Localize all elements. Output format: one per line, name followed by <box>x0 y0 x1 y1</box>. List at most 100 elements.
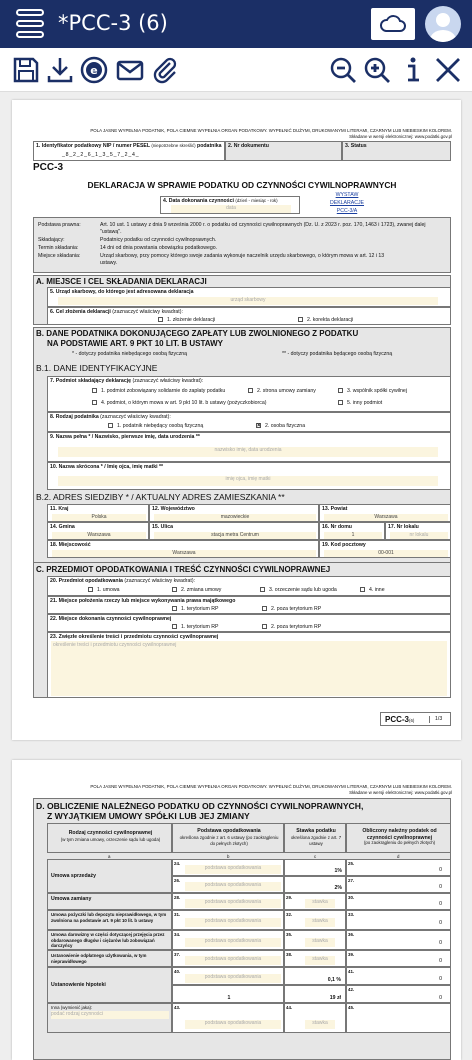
cell-24[interactable]: 24. podstawa opodatkowania <box>172 859 284 876</box>
cell-32[interactable]: 32. stawka <box>284 910 346 930</box>
subject-option-3[interactable]: 3. orzeczenie sądu lub ugoda <box>260 587 337 594</box>
taxpayer-kind-option-1[interactable]: 1. podatnik niebędący osobą fizyczną <box>108 423 203 430</box>
menu-icon[interactable] <box>14 9 46 39</box>
base-input[interactable]: podstawa opodatkowania <box>185 938 281 947</box>
checkbox[interactable] <box>248 388 253 394</box>
rate-input[interactable]: stawka <box>305 1020 335 1029</box>
close-icon[interactable] <box>433 55 463 85</box>
date-field[interactable]: 4. Data dokonania czynności (dzień - mie… <box>160 196 300 214</box>
checkbox[interactable] <box>360 587 365 593</box>
property-location-option-2[interactable]: 2. poza terytorium RP <box>262 606 321 613</box>
commune-field[interactable]: 14. Gmina Warszawa <box>47 522 149 540</box>
content-description-input[interactable]: określenie treści i przedmiotu czynności… <box>51 641 447 696</box>
checkbox[interactable] <box>108 423 113 429</box>
rate-input[interactable]: stawka <box>305 938 335 947</box>
city-input[interactable]: Warszawa <box>52 550 316 557</box>
submitter-option-2[interactable]: 2. strona umowy zamiany <box>248 388 316 395</box>
rate-input[interactable]: stawka <box>305 918 335 927</box>
zoom-in-icon[interactable] <box>362 55 392 85</box>
nip-field[interactable]: 1. Identyfikator podatkowy NIP / numer P… <box>33 141 225 161</box>
checkbox[interactable] <box>262 606 267 612</box>
cell-37[interactable]: 37. podstawa opodatkowania <box>172 950 284 967</box>
tax-office-input[interactable]: urząd skarbowy <box>58 297 438 305</box>
purpose-option-2[interactable]: 2. korekta deklaracji <box>298 317 353 324</box>
city-field[interactable]: 18. Miejscowość Warszawa <box>47 540 319 558</box>
rate-input[interactable]: stawka <box>305 956 335 965</box>
submitter-option-1[interactable]: 1. podmiot zobowiązany solidarnie do zap… <box>92 388 225 395</box>
download-icon[interactable] <box>45 55 75 85</box>
county-input[interactable]: Warszawa <box>324 514 448 521</box>
checkbox[interactable] <box>172 624 177 630</box>
save-icon[interactable] <box>11 55 41 85</box>
base-input[interactable]: podstawa opodatkowania <box>185 956 281 965</box>
subject-option-4[interactable]: 4. inne <box>360 587 385 594</box>
name-input[interactable]: nazwisko imię, data urodzenia <box>58 447 438 457</box>
cell-29[interactable]: 29. stawka <box>284 893 346 910</box>
rate-input[interactable]: stawka <box>305 899 335 908</box>
house-number-field[interactable]: 16. Nr domu 1 <box>319 522 385 540</box>
short-name-field[interactable]: 10. Nazwa skrócona * / Imię ojca, imię m… <box>47 462 451 490</box>
street-field[interactable]: 15. Ulica stacja metra Centrum <box>149 522 319 540</box>
checkbox[interactable] <box>262 624 267 630</box>
link-pcc3a[interactable]: PCC-3/A <box>330 208 364 215</box>
subject-option-1[interactable]: 1. umowa <box>88 587 120 594</box>
submitter-option-4[interactable]: 4. podmiot, o którym mowa w art. 9 pkt 1… <box>92 400 267 407</box>
property-location-option-1[interactable]: 1. terytorium RP <box>172 606 218 613</box>
cell-38[interactable]: 38. stawka <box>284 950 346 967</box>
link-wystaw[interactable]: WYSTAW <box>332 192 362 199</box>
checkbox[interactable] <box>172 587 177 593</box>
base-input[interactable]: podstawa opodatkowania <box>185 918 281 927</box>
apartment-number-field[interactable]: 17. Nr lokalu nr lokalu <box>385 522 451 540</box>
checkbox-checked[interactable]: × <box>256 423 261 429</box>
checkbox[interactable] <box>92 400 97 406</box>
postal-code-input[interactable]: 00-001 <box>324 550 448 557</box>
zoom-out-icon[interactable] <box>328 55 358 85</box>
postal-code-field[interactable]: 19. Kod pocztowy 00-001 <box>319 540 451 558</box>
county-field[interactable]: 13. Powiat Warszawa <box>319 504 451 522</box>
base-input[interactable]: podstawa opodatkowania <box>185 1020 281 1029</box>
base-input[interactable]: podstawa opodatkowania <box>185 865 281 874</box>
action-location-option-2[interactable]: 2. poza terytorium RP <box>262 624 321 631</box>
user-avatar-icon[interactable] <box>425 6 461 42</box>
commune-input[interactable]: Warszawa <box>52 532 146 539</box>
checkbox[interactable] <box>338 388 343 394</box>
checkbox[interactable] <box>88 587 93 593</box>
short-name-input[interactable]: imię ojca, imię matki <box>58 476 438 486</box>
house-number-input[interactable]: 1 <box>324 532 382 539</box>
tax-office-field[interactable]: 5. Urząd skarbowy, do którego jest adres… <box>47 287 451 307</box>
info-icon[interactable] <box>398 55 428 85</box>
street-input[interactable]: stacja metra Centrum <box>154 532 316 539</box>
checkbox[interactable] <box>172 606 177 612</box>
name-field[interactable]: 9. Nazwa pełna * / Nazwisko, pierwsze im… <box>47 432 451 462</box>
subject-option-2[interactable]: 2. zmiana umowy <box>172 587 221 594</box>
submitter-option-3[interactable]: 3. wspólnik spółki cywilnej <box>338 388 407 395</box>
cloud-save-button[interactable] <box>371 8 415 40</box>
checkbox[interactable] <box>158 317 163 323</box>
e-sign-icon[interactable]: e <box>79 55 109 85</box>
taxpayer-kind-option-2[interactable]: × 2. osoba fizyczna <box>256 423 305 430</box>
mail-icon[interactable] <box>115 55 145 85</box>
purpose-option-1[interactable]: 1. złożenie deklaracji <box>158 317 215 324</box>
checkbox[interactable] <box>92 388 97 394</box>
cell-40[interactable]: 40. podstawa opodatkowania <box>172 967 284 985</box>
base-input[interactable]: podstawa opodatkowania <box>185 899 281 908</box>
voivodeship-input[interactable]: mazowieckie <box>154 514 316 521</box>
country-input[interactable]: Polska <box>52 514 146 521</box>
action-location-option-1[interactable]: 1. terytorium RP <box>172 624 218 631</box>
submitter-option-5[interactable]: 5. inny podmiot <box>338 400 382 407</box>
cell-28[interactable]: 28. podstawa opodatkowania <box>172 893 284 910</box>
base-input[interactable]: podstawa opodatkowania <box>185 882 281 891</box>
other-type-input[interactable]: podać rodzaj czynności <box>51 1011 169 1019</box>
date-input[interactable]: data <box>171 205 291 213</box>
country-field[interactable]: 11. Kraj Polska <box>47 504 149 522</box>
cell-43[interactable]: 43. podstawa opodatkowania <box>172 1003 284 1033</box>
checkbox[interactable] <box>338 400 343 406</box>
voivodeship-field[interactable]: 12. Województwo mazowieckie <box>149 504 319 522</box>
apartment-number-input[interactable]: nr lokalu <box>390 532 448 539</box>
cell-44[interactable]: 44. stawka <box>284 1003 346 1033</box>
cell-35[interactable]: 35. stawka <box>284 930 346 950</box>
base-input[interactable]: podstawa opodatkowania <box>185 974 281 983</box>
cell-31[interactable]: 31. podstawa opodatkowania <box>172 910 284 930</box>
link-deklaracje[interactable]: DEKLARACJE <box>324 200 370 207</box>
cell-34[interactable]: 34. podstawa opodatkowania <box>172 930 284 950</box>
